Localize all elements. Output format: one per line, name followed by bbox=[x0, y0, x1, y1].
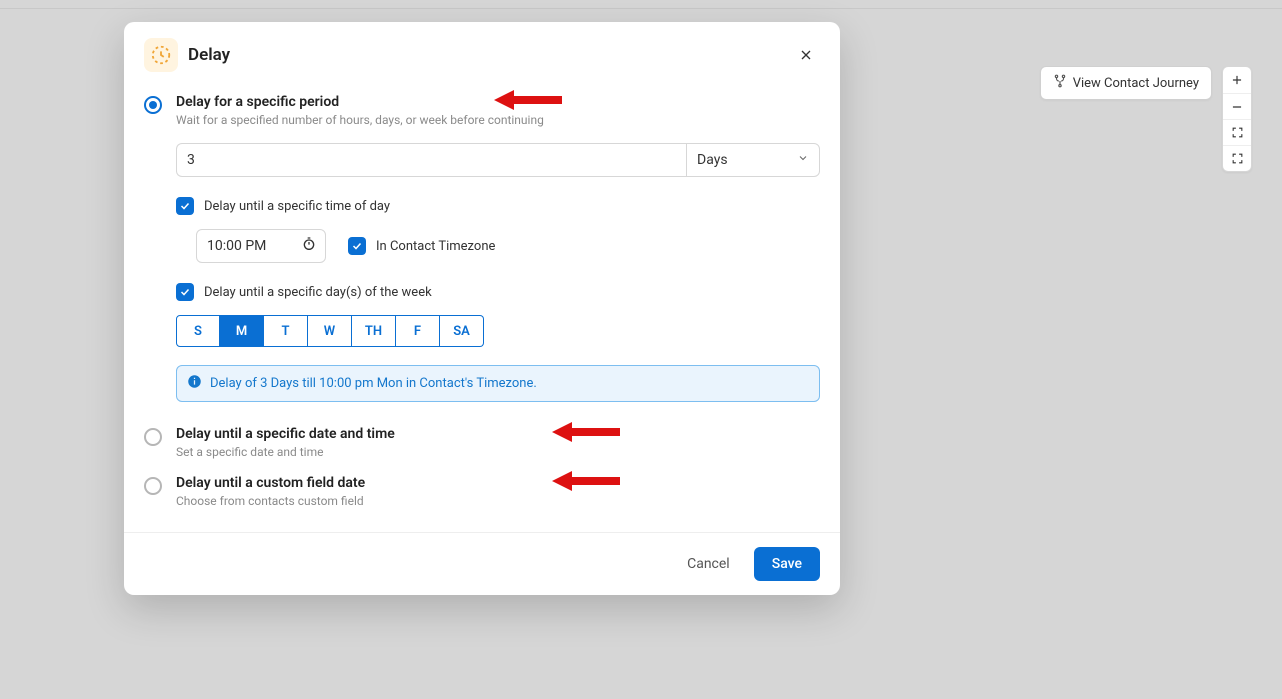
option-delay-date[interactable]: Delay until a specific date and time Set… bbox=[144, 420, 820, 465]
delay-summary: Delay of 3 Days till 10:00 pm Mon in Con… bbox=[176, 365, 820, 402]
modal-header: Delay bbox=[124, 22, 840, 82]
save-button[interactable]: Save bbox=[754, 547, 820, 581]
day-sat[interactable]: SA bbox=[440, 315, 484, 347]
time-input[interactable]: 10:00 PM bbox=[196, 229, 326, 263]
option-delay-custom-field-sub: Choose from contacts custom field bbox=[176, 494, 365, 508]
zoom-controls bbox=[1222, 66, 1252, 172]
modal-body: Delay for a specific period Wait for a s… bbox=[124, 82, 840, 532]
day-wed[interactable]: W bbox=[308, 315, 352, 347]
option-delay-custom-field[interactable]: Delay until a custom field date Choose f… bbox=[144, 469, 820, 514]
modal-footer: Cancel Save bbox=[124, 532, 840, 595]
delay-modal: Delay Delay for a specific period Wait f… bbox=[124, 22, 840, 595]
view-contact-journey-label: View Contact Journey bbox=[1073, 76, 1199, 91]
day-thu[interactable]: TH bbox=[352, 315, 396, 347]
chevron-down-icon bbox=[797, 152, 809, 168]
option-delay-date-title: Delay until a specific date and time bbox=[176, 426, 395, 442]
day-of-week-group: S M T W TH F SA bbox=[176, 315, 820, 347]
day-tue[interactable]: T bbox=[264, 315, 308, 347]
zoom-out-button[interactable] bbox=[1223, 93, 1251, 119]
canvas-toolbar: View Contact Journey bbox=[1040, 66, 1252, 172]
delay-number-input[interactable] bbox=[176, 143, 686, 177]
modal-title: Delay bbox=[188, 45, 230, 65]
option-delay-date-sub: Set a specific date and time bbox=[176, 445, 395, 459]
zoom-in-button[interactable] bbox=[1223, 67, 1251, 93]
branch-icon bbox=[1053, 74, 1067, 92]
checkbox-time-of-day[interactable] bbox=[176, 197, 194, 215]
radio-delay-custom-field[interactable] bbox=[144, 477, 162, 495]
time-value: 10:00 PM bbox=[207, 238, 266, 254]
radio-delay-date[interactable] bbox=[144, 428, 162, 446]
delay-unit-value: Days bbox=[697, 152, 728, 168]
close-button[interactable] bbox=[792, 41, 820, 69]
label-contact-timezone: In Contact Timezone bbox=[376, 239, 495, 254]
checkbox-contact-timezone[interactable] bbox=[348, 237, 366, 255]
label-time-of-day: Delay until a specific time of day bbox=[204, 199, 390, 214]
delay-summary-text: Delay of 3 Days till 10:00 pm Mon in Con… bbox=[210, 376, 537, 391]
day-sun[interactable]: S bbox=[176, 315, 220, 347]
delay-icon bbox=[144, 38, 178, 72]
delay-unit-select[interactable]: Days bbox=[686, 143, 820, 177]
option-delay-period-title: Delay for a specific period bbox=[176, 94, 544, 110]
fullscreen-button[interactable] bbox=[1223, 145, 1251, 171]
fit-screen-button[interactable] bbox=[1223, 119, 1251, 145]
info-icon bbox=[187, 374, 202, 393]
option-delay-period[interactable]: Delay for a specific period Wait for a s… bbox=[144, 88, 820, 133]
label-days-of-week: Delay until a specific day(s) of the wee… bbox=[204, 285, 432, 300]
cancel-button[interactable]: Cancel bbox=[681, 548, 736, 580]
day-mon[interactable]: M bbox=[220, 315, 264, 347]
day-fri[interactable]: F bbox=[396, 315, 440, 347]
option1-config: Days Delay until a specific time of day … bbox=[176, 143, 820, 402]
option-delay-custom-field-title: Delay until a custom field date bbox=[176, 475, 365, 491]
radio-delay-period[interactable] bbox=[144, 96, 162, 114]
option-delay-period-sub: Wait for a specified number of hours, da… bbox=[176, 113, 544, 127]
checkbox-days-of-week[interactable] bbox=[176, 283, 194, 301]
stopwatch-icon bbox=[301, 236, 317, 256]
top-divider bbox=[0, 8, 1282, 9]
view-contact-journey-button[interactable]: View Contact Journey bbox=[1040, 66, 1212, 100]
